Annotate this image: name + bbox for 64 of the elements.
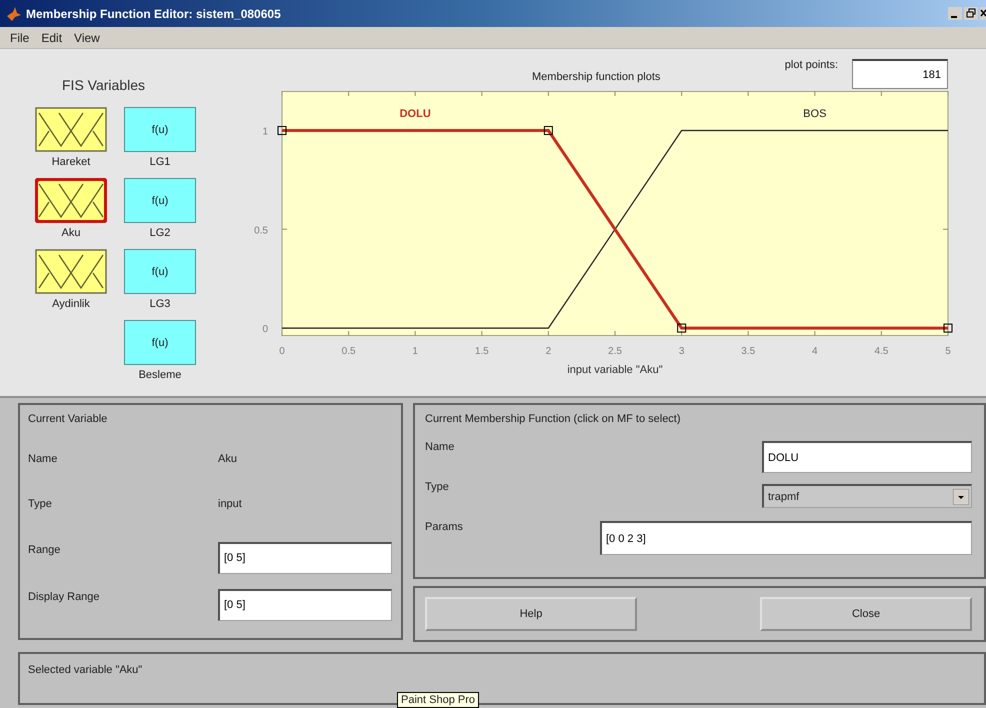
panel-title: FIS Variables: [62, 77, 145, 93]
mf-label: DOLU: [400, 108, 431, 120]
field-label: Params: [425, 521, 463, 533]
window-title: Membership Function Editor: sistem_080605: [26, 6, 282, 20]
field-label: Type: [28, 498, 53, 510]
panel-title: Current Membership Function (click on MF to select): [425, 413, 682, 425]
tick-label: 1.5: [474, 346, 489, 357]
field-label: Display Range: [28, 590, 101, 603]
field-label: Type: [425, 481, 449, 493]
tick-label: 1: [262, 126, 268, 138]
tick-label: 2: [546, 346, 552, 357]
range-field[interactable]: [0 5]: [218, 542, 392, 574]
mf-label: BOS: [803, 108, 826, 120]
output-variable-icon[interactable]: f(u): [124, 107, 196, 152]
app-icon: [6, 6, 22, 22]
variable-label: LG2: [150, 227, 170, 239]
dialog-button[interactable]: Close: [760, 597, 972, 631]
tick-label: 4.5: [874, 346, 888, 357]
variable-label: Besleme: [138, 369, 182, 381]
variable-label: LG3: [150, 298, 170, 310]
menu-item[interactable]: Edit: [37, 30, 66, 44]
close-icon[interactable]: [980, 7, 986, 20]
input-variable-icon[interactable]: [35, 178, 107, 223]
dropdown-arrow-icon[interactable]: [953, 488, 969, 504]
panel-title: Current Variable: [28, 413, 108, 425]
variable-label: Hareket: [52, 156, 90, 168]
field-label: Name: [28, 453, 58, 465]
tick-label: 0: [279, 346, 285, 357]
tick-label: 2.5: [608, 346, 622, 357]
output-variable-icon[interactable]: f(u): [124, 249, 196, 294]
plot-points-field[interactable]: 181: [852, 59, 948, 89]
tick-label: 1: [412, 346, 418, 357]
display-range-field[interactable]: [0 5]: [218, 588, 392, 621]
minimize-icon[interactable]: [948, 7, 962, 20]
input-variable-icon[interactable]: [35, 249, 107, 294]
tick-label: 0: [262, 324, 268, 336]
field-value: Aku: [218, 453, 237, 465]
tick-label: 3.5: [741, 346, 756, 357]
tick-label: 0.5: [342, 346, 356, 357]
params-field[interactable]: [0 0 2 3]: [600, 521, 972, 555]
name-field[interactable]: DOLU: [762, 441, 972, 473]
field-label: Range: [28, 544, 62, 556]
menu-item[interactable]: View: [70, 30, 104, 44]
input-variable-icon[interactable]: [35, 107, 107, 152]
field-label: Name: [425, 441, 454, 453]
type-dropdown[interactable]: trapmf: [762, 484, 972, 508]
tick-label: 5: [945, 346, 951, 357]
plot-points-label: plot points:: [784, 59, 838, 71]
tick-label: 0.5: [254, 225, 268, 236]
field-value: input: [218, 498, 242, 510]
output-variable-icon[interactable]: f(u): [124, 178, 196, 223]
variable-label: Aku: [62, 227, 80, 239]
tick-label: 3: [678, 346, 684, 357]
menu-item[interactable]: File: [6, 30, 34, 44]
tick-label: 4: [812, 346, 818, 357]
dialog-button[interactable]: Help: [425, 597, 637, 631]
output-variable-icon[interactable]: f(u): [124, 320, 196, 365]
chart-title: Membership function plots: [532, 71, 660, 83]
variable-label: Aydinlik: [52, 298, 90, 310]
axis-label: input variable "Aku": [567, 364, 663, 376]
variable-label: LG1: [150, 156, 170, 168]
restore-icon[interactable]: [964, 7, 978, 20]
status-text: Selected variable "Aku": [28, 664, 142, 676]
tooltip: Paint Shop Pro: [397, 692, 479, 708]
